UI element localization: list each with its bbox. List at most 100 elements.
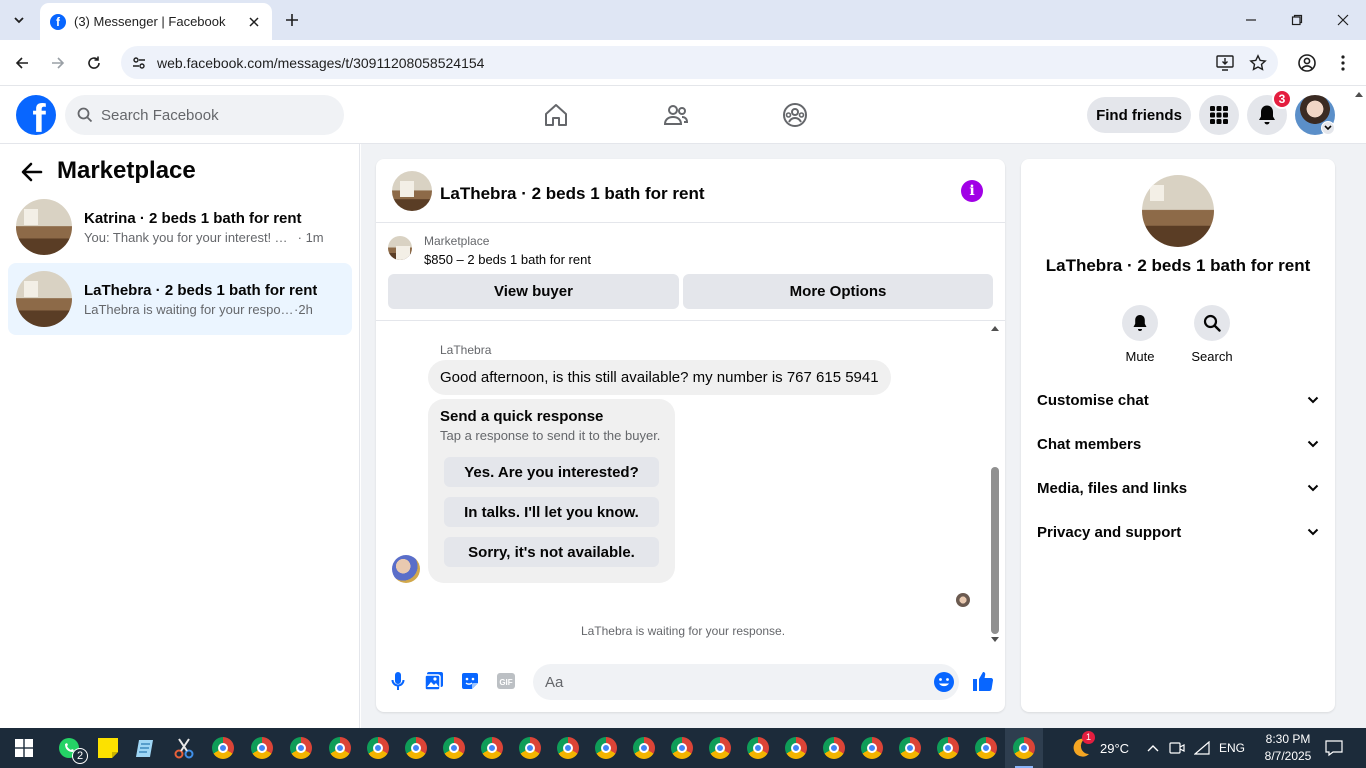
chrome-icon[interactable] bbox=[670, 736, 694, 760]
listing-thumbnail bbox=[16, 199, 72, 255]
chrome-icon[interactable] bbox=[860, 736, 884, 760]
chrome-icon[interactable] bbox=[366, 736, 390, 760]
tab-search-icon[interactable] bbox=[6, 8, 32, 32]
restore-icon[interactable] bbox=[1285, 8, 1309, 32]
whatsapp-badge: 2 bbox=[72, 748, 88, 764]
notification-center-icon[interactable] bbox=[1322, 736, 1346, 760]
message-input-box[interactable] bbox=[533, 664, 959, 700]
browser-tab[interactable]: f (3) Messenger | Facebook bbox=[40, 3, 272, 40]
chrome-icon[interactable] bbox=[442, 736, 466, 760]
find-friends-button[interactable]: Find friends bbox=[1087, 97, 1191, 133]
language-indicator[interactable]: ENG bbox=[1219, 741, 1245, 755]
chrome-icon[interactable] bbox=[784, 736, 808, 760]
sticker-icon[interactable] bbox=[459, 670, 481, 692]
chevron-down-icon bbox=[1307, 528, 1319, 536]
chrome-icon[interactable] bbox=[518, 736, 542, 760]
conversation-item-katrina[interactable]: Katrina · 2 beds 1 bath for rent You: Th… bbox=[8, 191, 352, 263]
view-buyer-button[interactable]: View buyer bbox=[388, 274, 679, 309]
chrome-icon[interactable] bbox=[250, 736, 274, 760]
seen-avatar bbox=[956, 593, 970, 607]
listing-thumbnail[interactable] bbox=[392, 171, 432, 211]
chevron-down-icon[interactable] bbox=[1321, 121, 1335, 135]
chrome-icon[interactable] bbox=[328, 736, 352, 760]
clock-time[interactable]: 8:30 PM bbox=[1258, 732, 1318, 746]
chrome-icon[interactable] bbox=[404, 736, 428, 760]
apps-menu-icon[interactable] bbox=[1199, 95, 1239, 135]
site-info-icon[interactable] bbox=[128, 52, 150, 74]
home-icon[interactable] bbox=[541, 100, 571, 130]
listing-thumbnail[interactable] bbox=[1142, 175, 1214, 247]
media-files-links-section[interactable]: Media, files and links bbox=[1029, 466, 1327, 510]
chat-scrollbar-thumb[interactable] bbox=[991, 467, 999, 634]
message-bubble[interactable]: Good afternoon, is this still available?… bbox=[428, 360, 891, 395]
close-window-icon[interactable] bbox=[1331, 8, 1355, 32]
profile-icon[interactable] bbox=[1295, 51, 1319, 75]
plus-icon[interactable] bbox=[282, 10, 302, 30]
chrome-icon[interactable] bbox=[1012, 736, 1036, 760]
gif-icon[interactable]: GIF bbox=[495, 670, 517, 692]
privacy-support-section[interactable]: Privacy and support bbox=[1029, 510, 1327, 554]
chrome-icon[interactable] bbox=[708, 736, 732, 760]
microphone-icon[interactable] bbox=[387, 670, 409, 692]
clock-date[interactable]: 8/7/2025 bbox=[1258, 749, 1318, 763]
mute-button[interactable]: Mute bbox=[1105, 305, 1175, 364]
chrome-icon[interactable] bbox=[594, 736, 618, 760]
chrome-icon[interactable] bbox=[898, 736, 922, 760]
chrome-icon[interactable] bbox=[480, 736, 504, 760]
chrome-icon[interactable] bbox=[746, 736, 770, 760]
chrome-icon[interactable] bbox=[211, 736, 235, 760]
star-icon[interactable] bbox=[1247, 52, 1269, 74]
close-icon[interactable] bbox=[246, 14, 262, 30]
info-icon[interactable]: i bbox=[961, 180, 983, 202]
groups-icon[interactable] bbox=[780, 100, 810, 130]
chrome-icon[interactable] bbox=[974, 736, 998, 760]
search-chat-button[interactable]: Search bbox=[1177, 305, 1247, 364]
temperature[interactable]: 29°C bbox=[1100, 741, 1129, 756]
install-icon[interactable] bbox=[1214, 52, 1236, 74]
back-icon[interactable] bbox=[10, 51, 34, 75]
facebook-logo-icon[interactable]: f bbox=[16, 95, 56, 135]
mute-label: Mute bbox=[1125, 349, 1155, 364]
chevron-up-icon[interactable] bbox=[1141, 736, 1165, 760]
section-label: Privacy and support bbox=[1037, 523, 1182, 541]
more-options-button[interactable]: More Options bbox=[683, 274, 993, 309]
quick-response-option[interactable]: In talks. I'll let you know. bbox=[444, 497, 659, 527]
wifi-icon[interactable] bbox=[1190, 736, 1214, 760]
notepad-icon[interactable] bbox=[134, 736, 158, 760]
chrome-icon[interactable] bbox=[556, 736, 580, 760]
section-label: Customise chat bbox=[1037, 391, 1149, 409]
back-arrow-icon[interactable] bbox=[20, 160, 44, 184]
chrome-icon[interactable] bbox=[632, 736, 656, 760]
weather-badge: 1 bbox=[1082, 731, 1095, 744]
meet-now-icon[interactable] bbox=[1165, 736, 1189, 760]
listing-thumbnail bbox=[388, 236, 412, 260]
address-bar[interactable]: web.facebook.com/messages/t/309112080585… bbox=[121, 46, 1278, 79]
chat-members-section[interactable]: Chat members bbox=[1029, 422, 1327, 466]
customise-chat-section[interactable]: Customise chat bbox=[1029, 378, 1327, 422]
minimize-icon[interactable] bbox=[1239, 8, 1263, 32]
friends-icon[interactable] bbox=[661, 100, 691, 130]
message-input[interactable] bbox=[545, 673, 915, 691]
snipping-tool-icon[interactable] bbox=[172, 736, 196, 760]
forward-icon[interactable] bbox=[46, 51, 70, 75]
conversation-item-lathebra[interactable]: LaThebra · 2 beds 1 bath for rent LaTheb… bbox=[8, 263, 352, 335]
windows-start-icon[interactable] bbox=[12, 736, 36, 760]
chat-title[interactable]: LaThebra · 2 beds 1 bath for rent bbox=[440, 184, 705, 204]
search-input[interactable] bbox=[101, 106, 321, 124]
quick-response-subtitle: Tap a response to send it to the buyer. bbox=[440, 428, 661, 443]
chrome-icon[interactable] bbox=[822, 736, 846, 760]
image-gallery-icon[interactable] bbox=[423, 670, 445, 692]
quick-response-option[interactable]: Yes. Are you interested? bbox=[444, 457, 659, 487]
sticky-notes-icon[interactable] bbox=[96, 736, 120, 760]
chrome-icon[interactable] bbox=[936, 736, 960, 760]
waiting-status: LaThebra is waiting for your response. bbox=[580, 624, 786, 638]
quick-response-card: Send a quick response Tap a response to … bbox=[428, 399, 675, 583]
quick-response-option[interactable]: Sorry, it's not available. bbox=[444, 537, 659, 567]
facebook-search[interactable] bbox=[65, 95, 344, 135]
chrome-icon[interactable] bbox=[289, 736, 313, 760]
reload-icon[interactable] bbox=[82, 51, 106, 75]
like-thumb-icon[interactable] bbox=[972, 670, 994, 692]
menu-icon[interactable] bbox=[1331, 51, 1355, 75]
emoji-icon[interactable] bbox=[933, 671, 955, 693]
search-label: Search bbox=[1191, 349, 1233, 364]
